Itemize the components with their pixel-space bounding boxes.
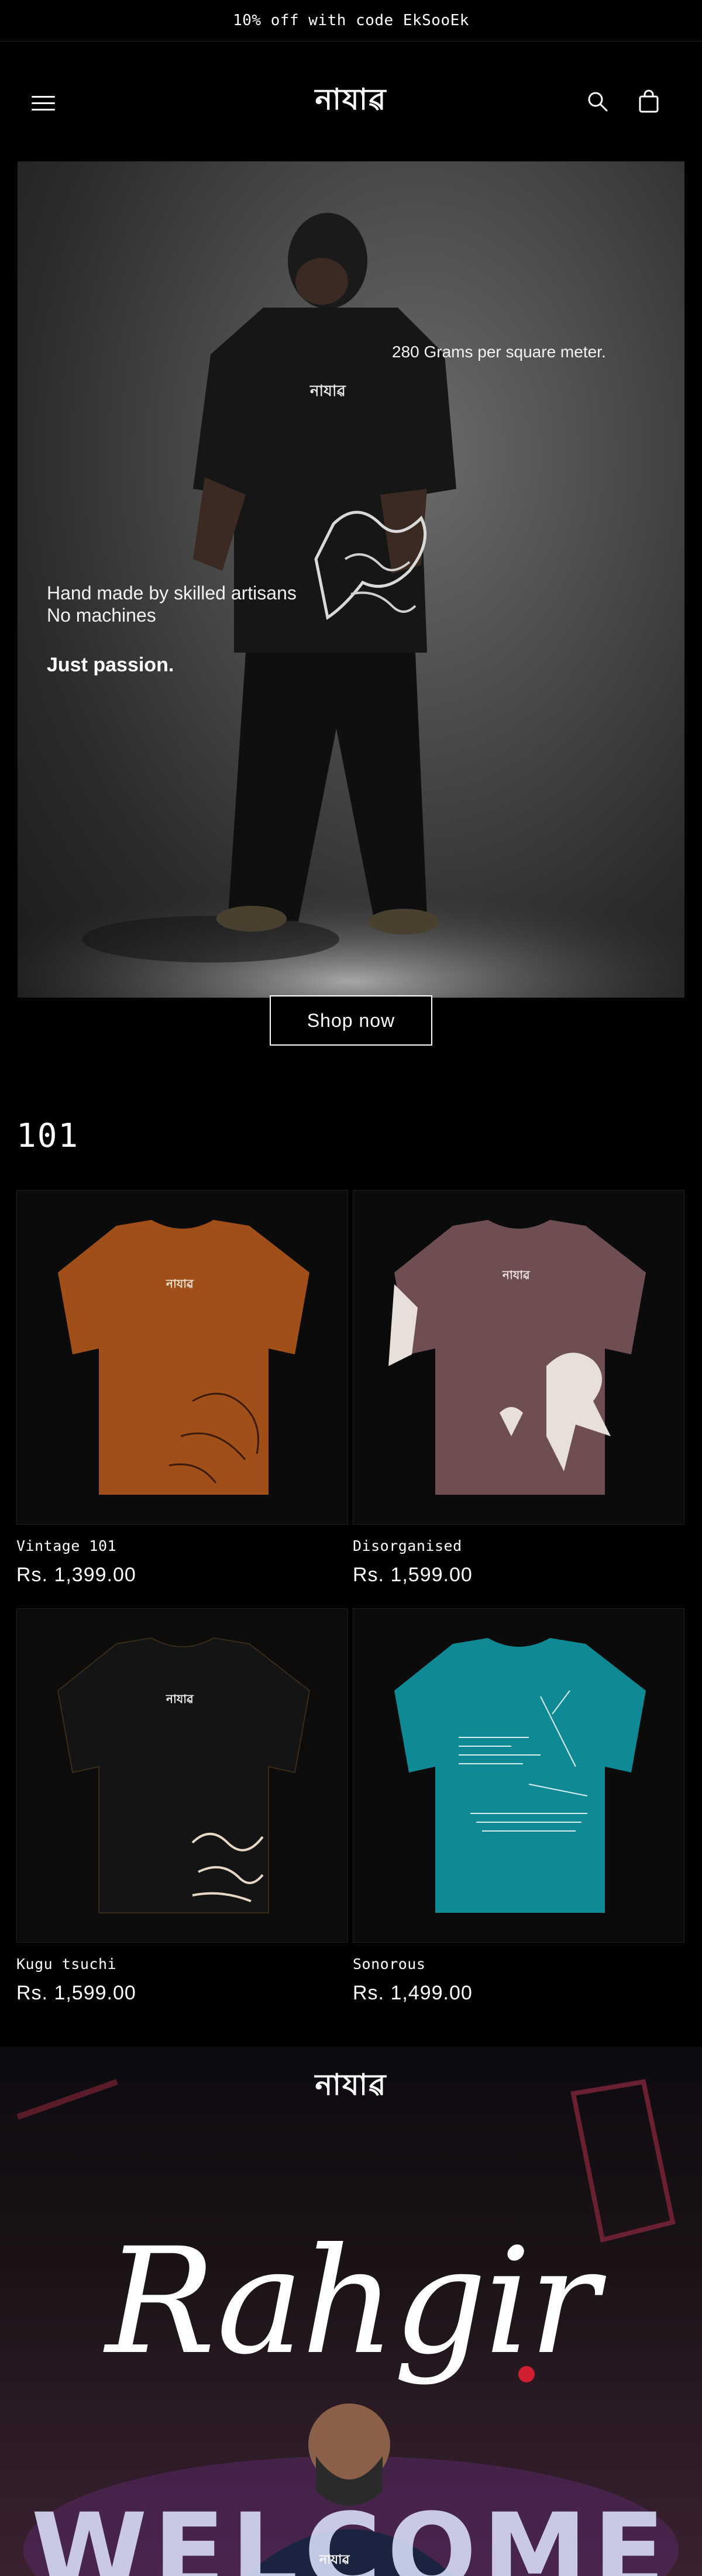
product-price: Rs. 1,599.00 [16, 1982, 136, 2004]
site-header: নাযাৱ [0, 42, 702, 161]
hero-shirt-logo: নাযাৱ [310, 382, 346, 399]
product-card[interactable]: নাযাৱ Disorganised Rs. 1,599.00 [353, 1190, 684, 1587]
tshirt-image [57, 1637, 311, 1913]
product-price: Rs. 1,499.00 [353, 1982, 473, 2004]
search-icon [588, 92, 608, 112]
product-shirt-logo: নাযাৱ [503, 1269, 530, 1282]
product-title[interactable]: Kugu tsuchi [16, 1956, 348, 1972]
product-image[interactable]: নাযাৱ [353, 1190, 684, 1525]
hero-gsm-caption: 280 Grams per square meter. [392, 343, 606, 361]
product-card[interactable]: Sonorous Rs. 1,499.00 [353, 1608, 684, 2005]
announcement-text: 10% off with code EkSooEk [233, 12, 469, 29]
product-title[interactable]: Vintage 101 [16, 1537, 348, 1554]
product-title[interactable]: Sonorous [353, 1956, 684, 1972]
promo-script-title: Rahgir [105, 2216, 599, 2387]
cart-button[interactable] [636, 89, 661, 114]
collection-title: 101 [16, 1117, 80, 1155]
product-title[interactable]: Disorganised [353, 1537, 684, 1554]
hero-machine-caption: No machines [47, 605, 156, 626]
tshirt-image [58, 1220, 309, 1495]
hero-banner: নাযাৱ 280 Grams per square meter. Hand m… [18, 161, 684, 998]
product-card[interactable]: নাযাৱ Vintage 101 Rs. 1,399.00 [16, 1190, 348, 1587]
promo-banner: WELCOME নাযাৱ নাযাৱ Rahgir [0, 2047, 702, 2576]
shop-now-button[interactable]: Shop now [270, 995, 432, 1046]
search-button[interactable] [586, 90, 610, 113]
product-price: Rs. 1,399.00 [16, 1564, 136, 1586]
promo-logo: নাযাৱ [315, 2068, 387, 2101]
product-card[interactable]: নাযাৱ Kugu tsuchi Rs. 1,599.00 [16, 1608, 348, 2005]
promo-welcome-text: WELCOME [31, 2491, 671, 2576]
tshirt-image [388, 1220, 646, 1495]
product-shirt-logo: নাযাৱ [166, 1693, 194, 1706]
product-image[interactable]: নাযাৱ [16, 1190, 348, 1525]
tshirt-image [394, 1638, 646, 1913]
product-image[interactable] [353, 1608, 684, 1943]
announcement-bar: 10% off with code EkSooEk [0, 0, 702, 41]
product-shirt-logo: নাযাৱ [166, 1278, 194, 1291]
promo-shirt-logo: নাযাৱ [319, 2552, 350, 2567]
hero-artisan-caption: Hand made by skilled artisans [47, 582, 297, 604]
product-image[interactable]: নাযাৱ [16, 1608, 348, 1943]
shopping-bag-icon [639, 89, 659, 113]
hero-passion-caption: Just passion. [47, 654, 174, 676]
product-price: Rs. 1,599.00 [353, 1564, 473, 1586]
hero-model-image [18, 213, 684, 998]
